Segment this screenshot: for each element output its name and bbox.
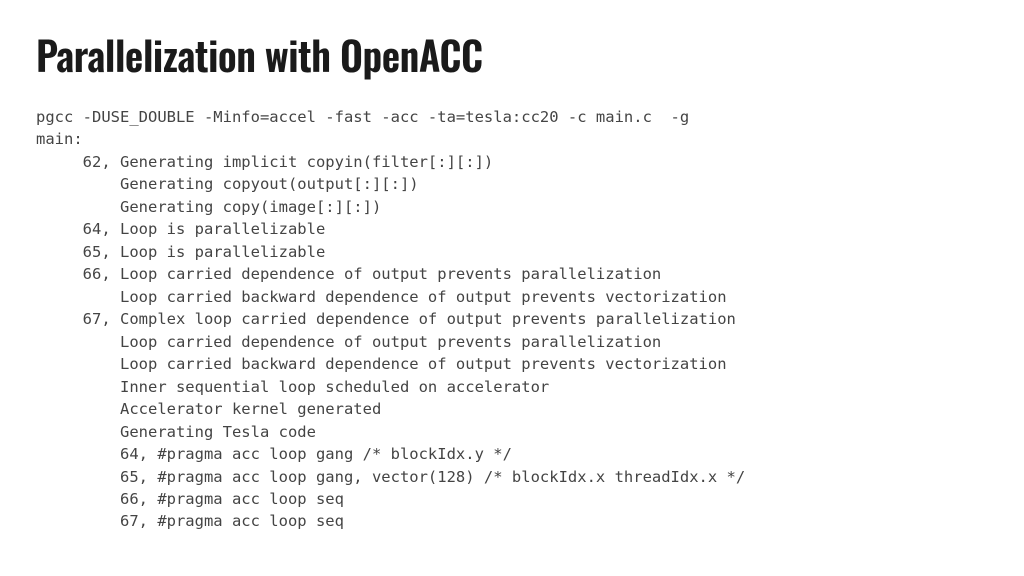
slide-title: Parallelization with OpenACC [36,24,988,84]
compiler-output: pgcc -DUSE_DOUBLE -Minfo=accel -fast -ac… [36,106,988,533]
slide: Parallelization with OpenACC pgcc -DUSE_… [0,0,1024,576]
